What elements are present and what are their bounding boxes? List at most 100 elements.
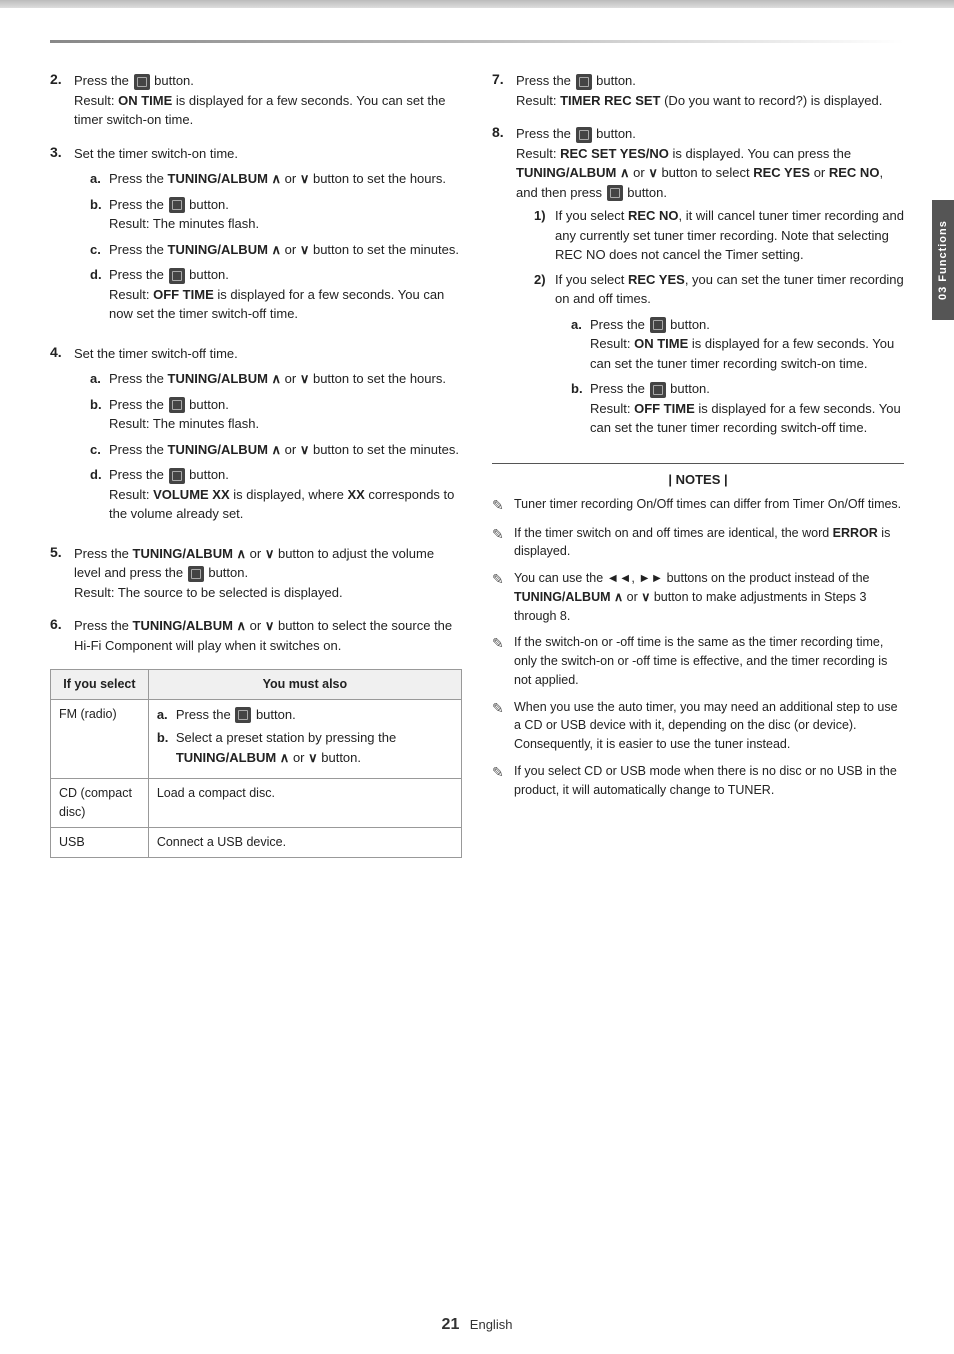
fm-step-a-text: Press the button. bbox=[176, 705, 296, 725]
note-2-text: If the timer switch on and off times are… bbox=[514, 524, 904, 562]
note-icon-1: ✎ bbox=[492, 495, 508, 516]
step-3b-body: Press the button.Result: The minutes fla… bbox=[109, 195, 462, 234]
notes-title: | NOTES | bbox=[492, 472, 904, 487]
step-6: 6. Press the TUNING/ALBUM ∧ or ∨ button … bbox=[50, 616, 462, 655]
note-1: ✎ Tuner timer recording On/Off times can… bbox=[492, 495, 904, 516]
step-3a: a. Press the TUNING/ALBUM ∧ or ∨ button … bbox=[90, 169, 462, 189]
step-3c-label: c. bbox=[90, 240, 104, 260]
step-6-header: 6. Press the TUNING/ALBUM ∧ or ∨ button … bbox=[50, 616, 462, 655]
step-8-2b-label: b. bbox=[571, 379, 585, 438]
note-icon-2: ✎ bbox=[492, 524, 508, 562]
top-decorative-bar bbox=[0, 0, 954, 8]
selection-table: If you select You must also FM (radio) a… bbox=[50, 669, 462, 858]
step-4b: b. Press the button.Result: The minutes … bbox=[90, 395, 462, 434]
table-cell-cd-action: Load a compact disc. bbox=[148, 779, 461, 828]
step-4d-label: d. bbox=[90, 465, 104, 524]
page-number: 21 bbox=[442, 1316, 460, 1333]
note-5-text: When you use the auto timer, you may nee… bbox=[514, 698, 904, 754]
fm-step-a-label: a. bbox=[157, 705, 171, 725]
step-8-2a: a. Press the button.Result: ON TIME is d… bbox=[571, 315, 904, 374]
table-cell-usb-label: USB bbox=[51, 827, 149, 857]
step-5-header: 5. Press the TUNING/ALBUM ∧ or ∨ button … bbox=[50, 544, 462, 603]
step-5-number: 5. bbox=[50, 544, 68, 560]
main-content: 2. Press the button. Result: ON TIME is … bbox=[50, 61, 904, 858]
step-3d: d. Press the button.Result: OFF TIME is … bbox=[90, 265, 462, 324]
section-divider bbox=[50, 40, 904, 43]
step-8-body: Press the button. Result: REC SET YES/NO… bbox=[516, 124, 904, 449]
step-3-body: Set the timer switch-on time. a. Press t… bbox=[74, 144, 462, 330]
note-3: ✎ You can use the ◄◄, ►► buttons on the … bbox=[492, 569, 904, 625]
button-icon bbox=[650, 317, 666, 333]
step-4a: a. Press the TUNING/ALBUM ∧ or ∨ button … bbox=[90, 369, 462, 389]
step-4d-body: Press the button.Result: VOLUME XX is di… bbox=[109, 465, 462, 524]
step-8-1-text: If you select REC NO, it will cancel tun… bbox=[555, 206, 904, 265]
step-8-1-label: 1) bbox=[534, 206, 550, 265]
button-icon bbox=[169, 397, 185, 413]
step-8-1: 1) If you select REC NO, it will cancel … bbox=[534, 206, 904, 265]
step-4a-body: Press the TUNING/ALBUM ∧ or ∨ button to … bbox=[109, 369, 462, 389]
table-cell-fm-action: a. Press the button. b. Select a preset … bbox=[148, 699, 461, 779]
step-4-body: Set the timer switch-off time. a. Press … bbox=[74, 344, 462, 530]
step-3b: b. Press the button.Result: The minutes … bbox=[90, 195, 462, 234]
step-2-header: 2. Press the button. Result: ON TIME is … bbox=[50, 71, 462, 130]
note-1-text: Tuner timer recording On/Off times can d… bbox=[514, 495, 904, 516]
step-8: 8. Press the button. Result: REC SET YES… bbox=[492, 124, 904, 449]
step-5-body: Press the TUNING/ALBUM ∧ or ∨ button to … bbox=[74, 544, 462, 603]
note-icon-5: ✎ bbox=[492, 698, 508, 754]
step-7-text: Press the button. Result: TIMER REC SET … bbox=[516, 73, 882, 108]
table-cell-fm-label: FM (radio) bbox=[51, 699, 149, 779]
step-4b-body: Press the button.Result: The minutes fla… bbox=[109, 395, 462, 434]
step-3-number: 3. bbox=[50, 144, 68, 160]
note-3-text: You can use the ◄◄, ►► buttons on the pr… bbox=[514, 569, 904, 625]
step-5-text: Press the TUNING/ALBUM ∧ or ∨ button to … bbox=[74, 546, 434, 600]
step-3a-label: a. bbox=[90, 169, 104, 189]
step-3b-label: b. bbox=[90, 195, 104, 234]
step-3-header: 3. Set the timer switch-on time. a. Pres… bbox=[50, 144, 462, 330]
step-3: 3. Set the timer switch-on time. a. Pres… bbox=[50, 144, 462, 330]
step-4-number: 4. bbox=[50, 344, 68, 360]
step-8-substeps: 1) If you select REC NO, it will cancel … bbox=[534, 206, 904, 444]
step-7-header: 7. Press the button. Result: TIMER REC S… bbox=[492, 71, 904, 110]
fm-step-b-text: Select a preset station by pressing the … bbox=[176, 728, 453, 767]
step-8-2-text: If you select REC YES, you can set the t… bbox=[555, 272, 904, 307]
step-3d-body: Press the button.Result: OFF TIME is dis… bbox=[109, 265, 462, 324]
button-icon bbox=[576, 74, 592, 90]
step-8-2b-body: Press the button.Result: OFF TIME is dis… bbox=[590, 379, 904, 438]
step-4b-label: b. bbox=[90, 395, 104, 434]
step-6-number: 6. bbox=[50, 616, 68, 632]
note-4-text: If the switch-on or -off time is the sam… bbox=[514, 633, 904, 689]
section-tab: 03 Functions bbox=[932, 200, 954, 320]
step-3-intro: Set the timer switch-on time. bbox=[74, 146, 238, 161]
button-icon bbox=[169, 268, 185, 284]
step-4-header: 4. Set the timer switch-off time. a. Pre… bbox=[50, 344, 462, 530]
note-6-text: If you select CD or USB mode when there … bbox=[514, 762, 904, 800]
step-8-2: 2) If you select REC YES, you can set th… bbox=[534, 270, 904, 444]
button-icon bbox=[650, 382, 666, 398]
step-2: 2. Press the button. Result: ON TIME is … bbox=[50, 71, 462, 130]
step-8-2a-body: Press the button.Result: ON TIME is disp… bbox=[590, 315, 904, 374]
button-icon bbox=[169, 197, 185, 213]
left-column: 2. Press the button. Result: ON TIME is … bbox=[50, 71, 462, 858]
step-8-2-substeps: a. Press the button.Result: ON TIME is d… bbox=[571, 315, 904, 438]
step-4c-body: Press the TUNING/ALBUM ∧ or ∨ button to … bbox=[109, 440, 462, 460]
step-8-2-label: 2) bbox=[534, 270, 550, 444]
table-cell-cd-label: CD (compact disc) bbox=[51, 779, 149, 828]
result-label: ON TIME bbox=[118, 93, 172, 108]
note-icon-6: ✎ bbox=[492, 762, 508, 800]
table-row-fm: FM (radio) a. Press the button. b. Selec… bbox=[51, 699, 462, 779]
step-4-intro: Set the timer switch-off time. bbox=[74, 346, 238, 361]
note-5: ✎ When you use the auto timer, you may n… bbox=[492, 698, 904, 754]
step-4-substeps: a. Press the TUNING/ALBUM ∧ or ∨ button … bbox=[90, 369, 462, 524]
notes-section: | NOTES | ✎ Tuner timer recording On/Off… bbox=[492, 463, 904, 800]
step-3c: c. Press the TUNING/ALBUM ∧ or ∨ button … bbox=[90, 240, 462, 260]
right-column: 7. Press the button. Result: TIMER REC S… bbox=[492, 71, 904, 858]
step-4c-label: c. bbox=[90, 440, 104, 460]
step-6-text: Press the TUNING/ALBUM ∧ or ∨ button to … bbox=[74, 618, 452, 653]
note-4: ✎ If the switch-on or -off time is the s… bbox=[492, 633, 904, 689]
page-footer: 21 English bbox=[0, 1316, 954, 1334]
table-row-usb: USB Connect a USB device. bbox=[51, 827, 462, 857]
fm-step-a: a. Press the button. bbox=[157, 705, 453, 725]
step-3d-label: d. bbox=[90, 265, 104, 324]
step-7: 7. Press the button. Result: TIMER REC S… bbox=[492, 71, 904, 110]
step-4a-label: a. bbox=[90, 369, 104, 389]
